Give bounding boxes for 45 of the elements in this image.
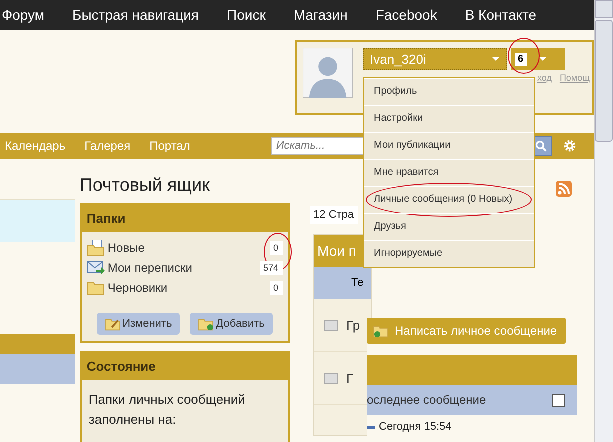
last-message-date: Сегодня 15:54: [379, 421, 452, 433]
rss-icon[interactable]: [556, 181, 572, 197]
document-folder-icon: [86, 240, 105, 256]
folder-plus-icon: [198, 317, 214, 331]
caret-icon: [538, 57, 547, 61]
notifications-button[interactable]: 6: [511, 48, 565, 70]
column-header: Те: [314, 267, 371, 299]
nav-link[interactable]: Быстрая навигация: [72, 7, 200, 23]
message-count: 574: [260, 261, 283, 275]
notification-count: 6: [515, 52, 527, 66]
message-subject: Г: [346, 370, 354, 386]
status-text: Папки личных сообщений заполнены на:: [88, 391, 246, 429]
message-subject: Гр: [346, 318, 360, 332]
menu-item[interactable]: Личные сообщения (0 Новых): [364, 186, 534, 213]
folder-link[interactable]: Новые: [108, 241, 267, 255]
menu-item[interactable]: Настройки: [364, 105, 534, 132]
scrollbar[interactable]: [594, 0, 613, 442]
nav-link[interactable]: Форум: [2, 7, 45, 23]
panel-title: Папки: [82, 205, 288, 232]
nav-link[interactable]: Магазин: [294, 7, 348, 23]
caret-icon: [492, 57, 500, 61]
nav-link[interactable]: Поиск: [227, 7, 266, 23]
menu-item[interactable]: Мне нравится: [364, 159, 534, 186]
column-header: оследнее сообщение: [367, 393, 486, 407]
folder-icon: [86, 280, 105, 296]
menu-item[interactable]: Профиль: [364, 78, 534, 105]
message-count: 0: [270, 281, 283, 295]
menu-item[interactable]: Друзья: [364, 213, 534, 240]
page-title: Почтовый ящик: [80, 175, 211, 196]
search-icon: [535, 140, 548, 152]
nav-link[interactable]: Facebook: [376, 7, 438, 23]
menu-item[interactable]: Мои публикации: [364, 132, 534, 159]
settings-icon[interactable]: [563, 139, 578, 153]
folder-link[interactable]: Мои переписки: [108, 261, 256, 275]
menu-item[interactable]: Игнорируемые: [364, 240, 534, 267]
add-folder-button[interactable]: Добавить: [190, 313, 273, 335]
select-all-checkbox[interactable]: [552, 394, 565, 406]
nav-link[interactable]: В Контакте: [465, 7, 537, 23]
pagination-text: 12 Стра: [310, 206, 358, 224]
folder-pencil-icon: [104, 317, 121, 331]
edit-folders-button[interactable]: Изменить: [96, 313, 180, 335]
panel-title: Состояние: [82, 353, 288, 380]
folder-plus-icon: [373, 324, 389, 338]
folder-link[interactable]: Черновики: [108, 281, 267, 295]
avatar-silhouette-icon: [303, 48, 353, 98]
